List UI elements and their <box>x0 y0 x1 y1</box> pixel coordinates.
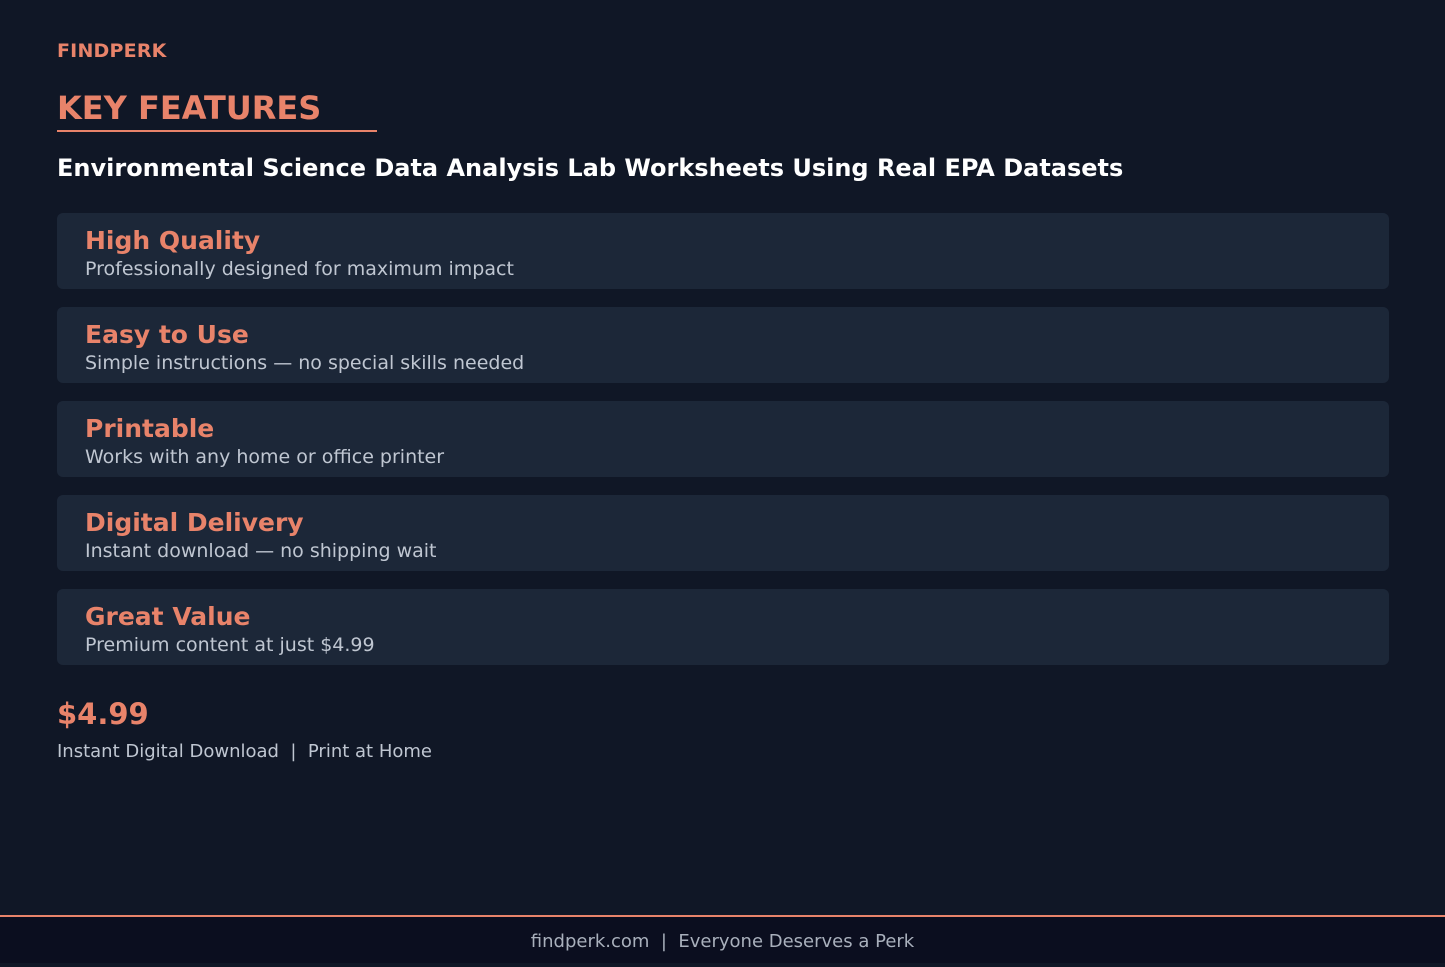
feature-title: Printable <box>85 414 215 443</box>
price-label: $4.99 <box>57 697 149 731</box>
feature-card-high-quality: High Quality Professionally designed for… <box>57 213 1389 289</box>
feature-title: Digital Delivery <box>85 508 304 537</box>
heading-underline: KEY FEATURES <box>57 88 377 132</box>
feature-description: Simple instructions — no special skills … <box>85 352 525 374</box>
feature-card-easy-to-use: Easy to Use Simple instructions — no spe… <box>57 307 1389 383</box>
feature-description: Works with any home or office printer <box>85 446 445 468</box>
feature-title: High Quality <box>85 226 261 255</box>
page: FINDPERK KEY FEATURES Environmental Scie… <box>0 0 1445 915</box>
feature-description: Premium content at just $4.99 <box>85 634 375 656</box>
brand-logo-text: FINDPERK <box>57 40 167 62</box>
feature-title: Great Value <box>85 602 251 631</box>
feature-card-great-value: Great Value Premium content at just $4.9… <box>57 589 1389 665</box>
footer: findperk.com | Everyone Deserves a Perk <box>0 915 1445 963</box>
feature-description: Instant download — no shipping wait <box>85 540 437 562</box>
feature-description: Professionally designed for maximum impa… <box>85 258 514 280</box>
delivery-info: Instant Digital Download | Print at Home <box>57 741 432 762</box>
feature-title: Easy to Use <box>85 320 249 349</box>
feature-card-printable: Printable Works with any home or office … <box>57 401 1389 477</box>
feature-card-digital-delivery: Digital Delivery Instant download — no s… <box>57 495 1389 571</box>
product-title: Environmental Science Data Analysis Lab … <box>57 154 1124 182</box>
page-heading: KEY FEATURES <box>57 89 322 127</box>
footer-text: findperk.com | Everyone Deserves a Perk <box>530 931 915 952</box>
feature-list: High Quality Professionally designed for… <box>57 213 1389 683</box>
